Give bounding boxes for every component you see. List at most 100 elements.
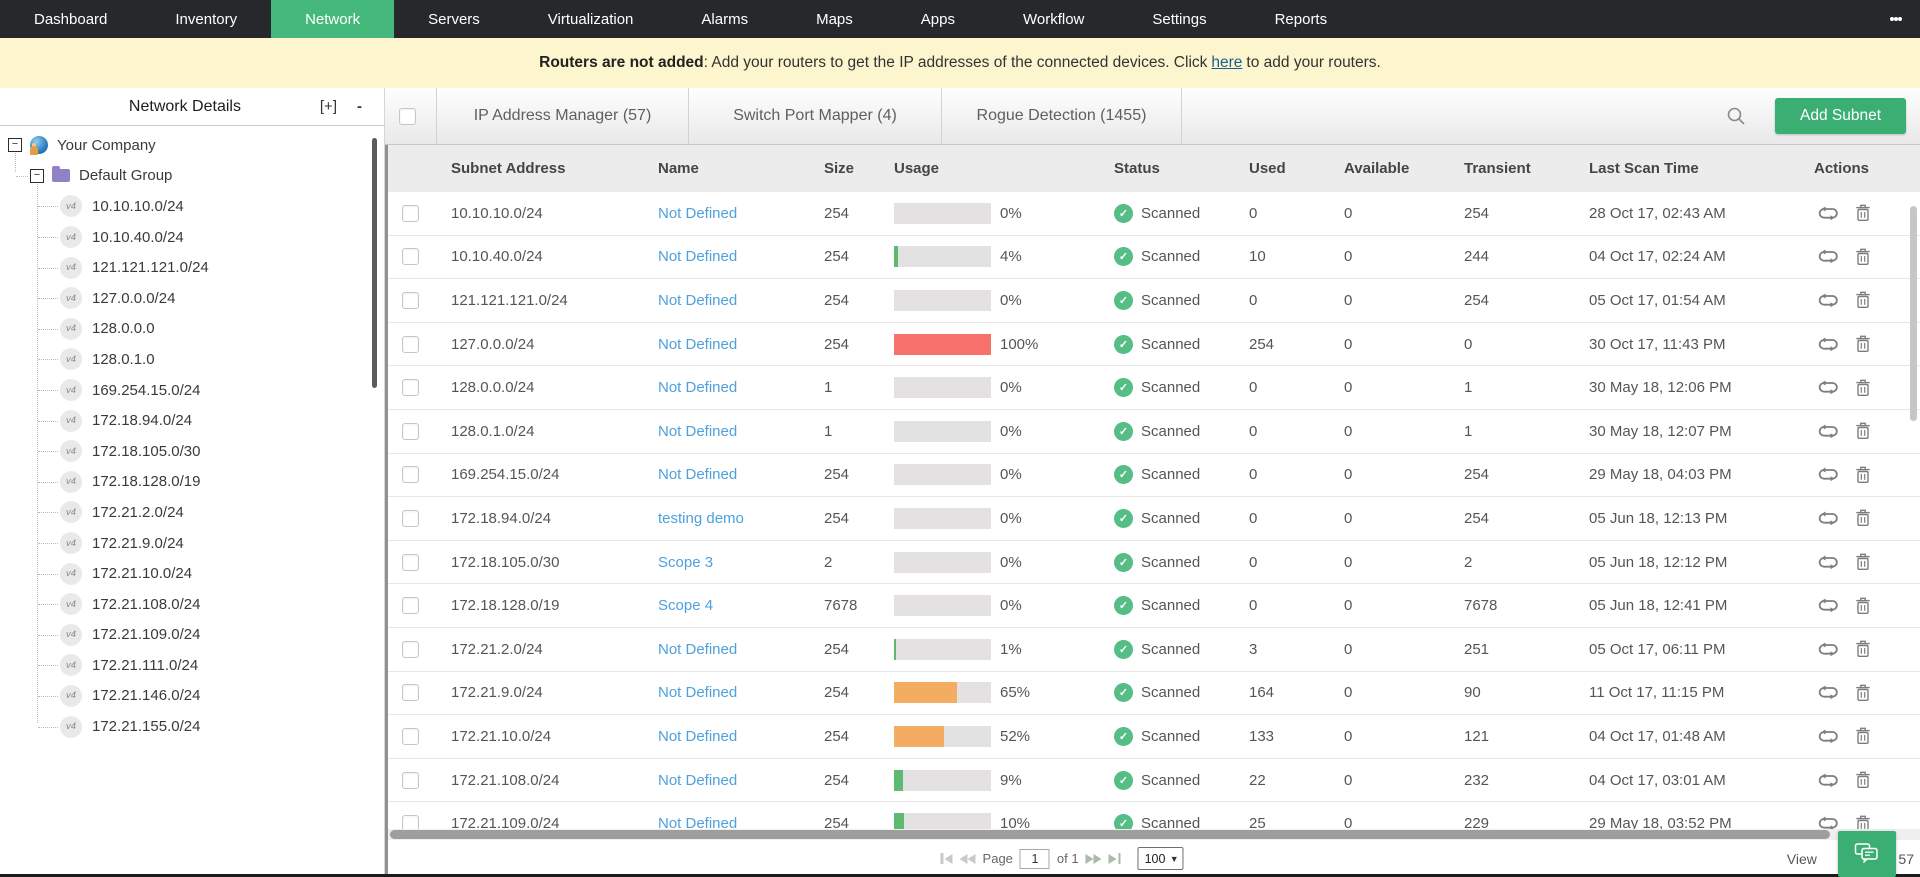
rescan-subnet-icon[interactable] bbox=[1816, 773, 1840, 788]
nav-item-workflow[interactable]: Workflow bbox=[989, 0, 1118, 38]
rescan-subnet-icon[interactable] bbox=[1816, 816, 1840, 829]
tree-node-default-group[interactable]: − Default Group bbox=[0, 161, 384, 192]
delete-subnet-icon[interactable] bbox=[1855, 640, 1871, 658]
sidebar-subnet-item[interactable]: v4 172.18.128.0/19 bbox=[0, 467, 384, 498]
rescan-subnet-icon[interactable] bbox=[1816, 555, 1840, 570]
search-icon[interactable] bbox=[1725, 105, 1747, 127]
row-checkbox[interactable] bbox=[402, 336, 419, 353]
subnet-name-link[interactable]: Not Defined bbox=[658, 379, 737, 396]
sidebar-subnet-item[interactable]: v4 10.10.40.0/24 bbox=[0, 222, 384, 253]
rescan-subnet-icon[interactable] bbox=[1816, 467, 1840, 482]
col-last-scan-time[interactable]: Last Scan Time bbox=[1581, 160, 1806, 177]
page-size-select[interactable]: 100▼ bbox=[1138, 847, 1184, 870]
nav-item-alarms[interactable]: Alarms bbox=[667, 0, 782, 38]
col-usage[interactable]: Usage bbox=[886, 160, 1106, 177]
sidebar-subnet-item[interactable]: v4 172.21.2.0/24 bbox=[0, 497, 384, 528]
sidebar-subnet-item[interactable]: v4 121.121.121.0/24 bbox=[0, 252, 384, 283]
rescan-subnet-icon[interactable] bbox=[1816, 293, 1840, 308]
rescan-subnet-icon[interactable] bbox=[1816, 685, 1840, 700]
subnet-name-link[interactable]: Not Defined bbox=[658, 423, 737, 440]
sidebar-subnet-item[interactable]: v4 127.0.0.0/24 bbox=[0, 283, 384, 314]
subnet-name-link[interactable]: Not Defined bbox=[658, 336, 737, 353]
delete-subnet-icon[interactable] bbox=[1855, 466, 1871, 484]
rescan-subnet-icon[interactable] bbox=[1816, 380, 1840, 395]
rescan-subnet-icon[interactable] bbox=[1816, 729, 1840, 744]
delete-subnet-icon[interactable] bbox=[1855, 204, 1871, 222]
feedback-button[interactable] bbox=[1838, 831, 1896, 877]
col-name[interactable]: Name bbox=[646, 160, 816, 177]
first-page-icon[interactable] bbox=[941, 853, 953, 864]
sidebar-subnet-item[interactable]: v4 172.21.108.0/24 bbox=[0, 589, 384, 620]
collapse-toggle-icon[interactable]: − bbox=[30, 169, 44, 183]
delete-subnet-icon[interactable] bbox=[1855, 291, 1871, 309]
delete-subnet-icon[interactable] bbox=[1855, 422, 1871, 440]
delete-subnet-icon[interactable] bbox=[1855, 815, 1871, 829]
nav-item-virtualization[interactable]: Virtualization bbox=[514, 0, 668, 38]
tab-switch-port-mapper[interactable]: Switch Port Mapper (4) bbox=[689, 88, 942, 144]
row-checkbox[interactable] bbox=[402, 248, 419, 265]
rescan-subnet-icon[interactable] bbox=[1816, 511, 1840, 526]
nav-item-reports[interactable]: Reports bbox=[1241, 0, 1362, 38]
expand-all-button[interactable]: [+] bbox=[310, 98, 347, 115]
delete-subnet-icon[interactable] bbox=[1855, 248, 1871, 266]
rescan-subnet-icon[interactable] bbox=[1816, 424, 1840, 439]
sidebar-subnet-item[interactable]: v4 10.10.10.0/24 bbox=[0, 191, 384, 222]
table-horizontal-scrollbar[interactable] bbox=[388, 829, 1920, 840]
subnet-name-link[interactable]: Scope 3 bbox=[658, 554, 713, 571]
nav-item-servers[interactable]: Servers bbox=[394, 0, 514, 38]
col-subnet-address[interactable]: Subnet Address bbox=[433, 160, 646, 177]
sidebar-subnet-item[interactable]: v4 172.21.109.0/24 bbox=[0, 620, 384, 651]
sidebar-subnet-item[interactable]: v4 172.21.155.0/24 bbox=[0, 711, 384, 742]
tree-node-company[interactable]: − Your Company bbox=[0, 130, 384, 161]
row-checkbox[interactable] bbox=[402, 466, 419, 483]
collapse-all-button[interactable]: - bbox=[347, 98, 384, 115]
subnet-name-link[interactable]: Not Defined bbox=[658, 684, 737, 701]
subnet-name-link[interactable]: Not Defined bbox=[658, 728, 737, 745]
sidebar-scrollbar[interactable] bbox=[372, 138, 377, 388]
row-checkbox[interactable] bbox=[402, 597, 419, 614]
nav-item-apps[interactable]: Apps bbox=[887, 0, 989, 38]
col-used[interactable]: Used bbox=[1241, 160, 1336, 177]
col-status[interactable]: Status bbox=[1106, 160, 1241, 177]
sidebar-subnet-item[interactable]: v4 172.18.94.0/24 bbox=[0, 405, 384, 436]
sidebar-subnet-item[interactable]: v4 172.21.146.0/24 bbox=[0, 681, 384, 712]
row-checkbox[interactable] bbox=[402, 641, 419, 658]
row-checkbox[interactable] bbox=[402, 379, 419, 396]
subnet-name-link[interactable]: testing demo bbox=[658, 510, 744, 527]
delete-subnet-icon[interactable] bbox=[1855, 335, 1871, 353]
nav-item-settings[interactable]: Settings bbox=[1118, 0, 1240, 38]
col-available[interactable]: Available bbox=[1336, 160, 1456, 177]
sidebar-subnet-item[interactable]: v4 172.21.9.0/24 bbox=[0, 528, 384, 559]
last-page-icon[interactable] bbox=[1109, 853, 1121, 864]
kebab-menu-icon[interactable] bbox=[1890, 0, 1902, 38]
rescan-subnet-icon[interactable] bbox=[1816, 249, 1840, 264]
previous-page-icon[interactable] bbox=[960, 854, 976, 864]
sidebar-subnet-item[interactable]: v4 172.21.111.0/24 bbox=[0, 650, 384, 681]
rescan-subnet-icon[interactable] bbox=[1816, 206, 1840, 221]
rescan-subnet-icon[interactable] bbox=[1816, 598, 1840, 613]
subnet-name-link[interactable]: Not Defined bbox=[658, 641, 737, 658]
rescan-subnet-icon[interactable] bbox=[1816, 337, 1840, 352]
row-checkbox[interactable] bbox=[402, 684, 419, 701]
sidebar-subnet-item[interactable]: v4 128.0.0.0 bbox=[0, 314, 384, 345]
row-checkbox[interactable] bbox=[402, 205, 419, 222]
tab-rogue-detection[interactable]: Rogue Detection (1455) bbox=[942, 88, 1182, 144]
row-checkbox[interactable] bbox=[402, 815, 419, 829]
row-checkbox[interactable] bbox=[402, 292, 419, 309]
subnet-name-link[interactable]: Not Defined bbox=[658, 815, 737, 829]
page-number-input[interactable] bbox=[1020, 849, 1050, 869]
delete-subnet-icon[interactable] bbox=[1855, 553, 1871, 571]
next-page-icon[interactable] bbox=[1086, 854, 1102, 864]
nav-item-network[interactable]: Network bbox=[271, 0, 394, 38]
collapse-toggle-icon[interactable]: − bbox=[8, 138, 22, 152]
delete-subnet-icon[interactable] bbox=[1855, 727, 1871, 745]
subnet-name-link[interactable]: Not Defined bbox=[658, 772, 737, 789]
row-checkbox[interactable] bbox=[402, 510, 419, 527]
nav-item-dashboard[interactable]: Dashboard bbox=[0, 0, 141, 38]
delete-subnet-icon[interactable] bbox=[1855, 597, 1871, 615]
banner-here-link[interactable]: here bbox=[1211, 54, 1242, 71]
tab-ip-address-manager[interactable]: IP Address Manager (57) bbox=[436, 88, 689, 144]
delete-subnet-icon[interactable] bbox=[1855, 771, 1871, 789]
subnet-name-link[interactable]: Not Defined bbox=[658, 205, 737, 222]
subnet-name-link[interactable]: Scope 4 bbox=[658, 597, 713, 614]
